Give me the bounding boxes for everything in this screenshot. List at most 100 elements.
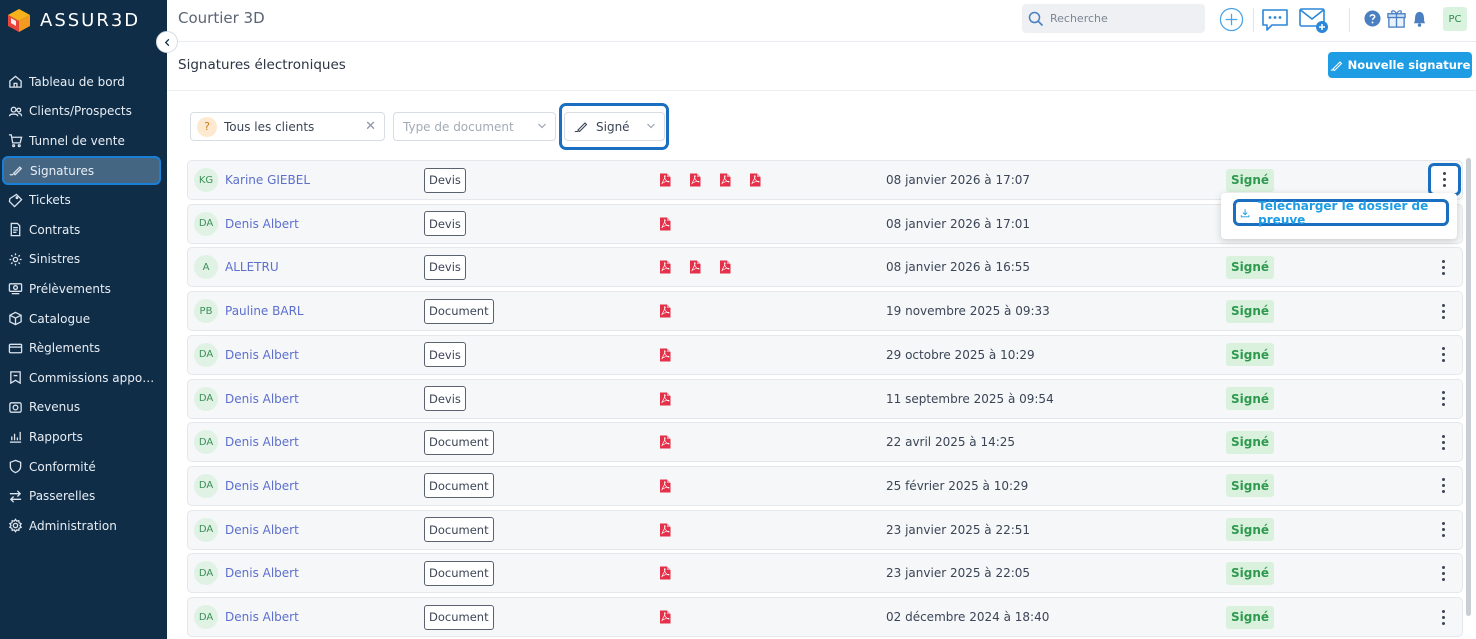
table-row[interactable]: DA Denis Albert Devis 29 octobre 2025 à 10:…	[187, 334, 1463, 375]
row-actions-menu-button[interactable]	[1428, 380, 1458, 418]
pdf-file-icon[interactable]	[688, 173, 702, 187]
collapse-sidebar-button[interactable]	[156, 31, 178, 53]
sidebar-item-revenue[interactable]: Revenus	[0, 393, 167, 423]
row-actions-menu-button[interactable]	[1428, 467, 1458, 505]
status-badge: Signé	[1226, 605, 1275, 629]
brand-logo[interactable]: ASSUR3D	[6, 6, 140, 34]
client-filter[interactable]: ? Tous les clients ✕	[190, 112, 385, 141]
new-signature-button[interactable]: Nouvelle signature	[1328, 52, 1472, 78]
client-name-link[interactable]: Denis Albert	[225, 511, 299, 549]
sidebar-item-commission[interactable]: Commissions apport...	[0, 363, 167, 393]
pdf-file-icon[interactable]	[658, 566, 672, 580]
pdf-files	[658, 336, 688, 374]
sidebar-item-ticket[interactable]: Tickets	[0, 185, 167, 215]
pdf-file-icon[interactable]	[658, 523, 672, 537]
pdf-file-icon[interactable]	[658, 173, 672, 187]
sidebar-item-shield[interactable]: Conformité	[0, 452, 167, 482]
pdf-file-icon[interactable]	[718, 173, 732, 187]
user-avatar[interactable]: PC	[1443, 7, 1467, 31]
status-filter[interactable]: Signé	[564, 112, 665, 141]
sidebar-item-label: Administration	[29, 518, 117, 533]
row-actions-menu-button[interactable]	[1428, 598, 1458, 636]
money-icon	[7, 281, 23, 297]
document-type-filter[interactable]: Type de document	[393, 112, 556, 141]
client-name-link[interactable]: Pauline BARL	[225, 292, 304, 330]
client-name-link[interactable]: Denis Albert	[225, 205, 299, 243]
pdf-file-icon[interactable]	[658, 217, 672, 231]
download-icon	[1240, 208, 1250, 217]
sidebar-item-users[interactable]: Clients/Prospects	[0, 97, 167, 127]
pdf-file-icon[interactable]	[658, 260, 672, 274]
sidebar-item-gear[interactable]: Sinistres	[0, 245, 167, 275]
client-name-link[interactable]: Denis Albert	[225, 598, 299, 636]
client-name-link[interactable]: ALLETRU	[225, 248, 279, 286]
search-input[interactable]	[1050, 12, 1200, 25]
pdf-files	[658, 205, 688, 243]
pdf-file-icon[interactable]	[688, 260, 702, 274]
client-avatar: DA	[194, 430, 218, 455]
new-email-button[interactable]	[1298, 5, 1330, 35]
sidebar-item-signature[interactable]: Signatures	[2, 155, 161, 186]
sidebar-item-card[interactable]: Règlements	[0, 333, 167, 363]
client-name-link[interactable]: Denis Albert	[225, 554, 299, 592]
sidebar-item-box[interactable]: Catalogue	[0, 304, 167, 334]
sidebar-item-contract[interactable]: Contrats	[0, 215, 167, 245]
sidebar-item-cart[interactable]: Tunnel de vente	[0, 126, 167, 156]
chevron-left-icon	[164, 38, 169, 46]
table-row[interactable]: DA Denis Albert Document 23 janvier 2025 à …	[187, 553, 1463, 594]
help-button[interactable]	[1363, 9, 1381, 27]
sidebar-item-transfer[interactable]: Passerelles	[0, 481, 167, 511]
clear-icon[interactable]: ✕	[365, 119, 376, 134]
pdf-files	[658, 292, 688, 330]
client-name-link[interactable]: Denis Albert	[225, 467, 299, 505]
sidebar-item-label: Tickets	[29, 193, 71, 208]
row-actions-menu-button[interactable]	[1428, 423, 1458, 461]
sidebar-item-chart[interactable]: Rapports	[0, 422, 167, 452]
document-type-tag: Devis	[424, 386, 466, 411]
sidebar-item-money[interactable]: Prélèvements	[0, 274, 167, 304]
row-actions-menu-button-active[interactable]	[1428, 163, 1461, 196]
document-type-tag: Devis	[424, 342, 466, 368]
row-actions-menu-button[interactable]	[1428, 554, 1458, 592]
client-name-link[interactable]: Denis Albert	[225, 380, 299, 418]
signature-icon	[8, 163, 24, 179]
client-name-link[interactable]: Karine GIEBEL	[225, 161, 310, 199]
row-actions-menu-button[interactable]	[1428, 248, 1458, 286]
sidebar-item-label: Clients/Prospects	[29, 104, 132, 119]
table-row[interactable]: A ALLETRU Devis 08 janvier 2026 à 16:55 Sign…	[187, 247, 1463, 288]
table-row[interactable]: DA Denis Albert Document 23 janvier 2025 à …	[187, 509, 1463, 550]
pdf-file-icon[interactable]	[718, 260, 732, 274]
notifications-button[interactable]	[1410, 8, 1428, 28]
search-box[interactable]	[1022, 4, 1205, 33]
pdf-file-icon[interactable]	[658, 610, 672, 624]
status-badge: Signé	[1226, 343, 1275, 367]
row-actions-menu-button[interactable]	[1428, 336, 1458, 374]
ticket-icon	[7, 192, 23, 208]
plus-circle-icon	[1219, 7, 1243, 31]
download-proof-file-item[interactable]: Télécharger le dossier de preuve	[1233, 199, 1449, 227]
table-row[interactable]: DA Denis Albert Devis 11 septembre 2025 à 0…	[187, 378, 1463, 419]
pdf-file-icon[interactable]	[658, 348, 672, 362]
table-row[interactable]: PB Pauline BARL Document 19 novembre 2025 à…	[187, 291, 1463, 332]
client-filter-value: Tous les clients	[224, 119, 315, 134]
table-row[interactable]: DA Denis Albert Document 02 décembre 2024 à…	[187, 597, 1463, 637]
pdf-file-icon[interactable]	[748, 173, 762, 187]
row-actions-menu-button[interactable]	[1428, 511, 1458, 549]
sidebar-item-home[interactable]: Tableau de bord	[0, 67, 167, 97]
scrollbar[interactable]	[1466, 158, 1471, 616]
chat-button[interactable]	[1260, 6, 1290, 34]
table-row[interactable]: DA Denis Albert Document 25 février 2025 à …	[187, 465, 1463, 506]
add-button[interactable]	[1218, 6, 1244, 32]
sidebar-item-settings[interactable]: Administration	[0, 511, 167, 541]
pdf-file-icon[interactable]	[658, 392, 672, 406]
pdf-file-icon[interactable]	[658, 435, 672, 449]
pdf-files	[658, 467, 688, 505]
table-row[interactable]: DA Denis Albert Document 22 avril 2025 à 14…	[187, 422, 1463, 463]
client-name-link[interactable]: Denis Albert	[225, 336, 299, 374]
gift-button[interactable]	[1385, 7, 1407, 29]
client-name-link[interactable]: Denis Albert	[225, 423, 299, 461]
row-actions-menu-button[interactable]	[1428, 292, 1458, 330]
pdf-file-icon[interactable]	[658, 304, 672, 318]
pdf-file-icon[interactable]	[658, 479, 672, 493]
status-badge: Signé	[1226, 474, 1275, 498]
